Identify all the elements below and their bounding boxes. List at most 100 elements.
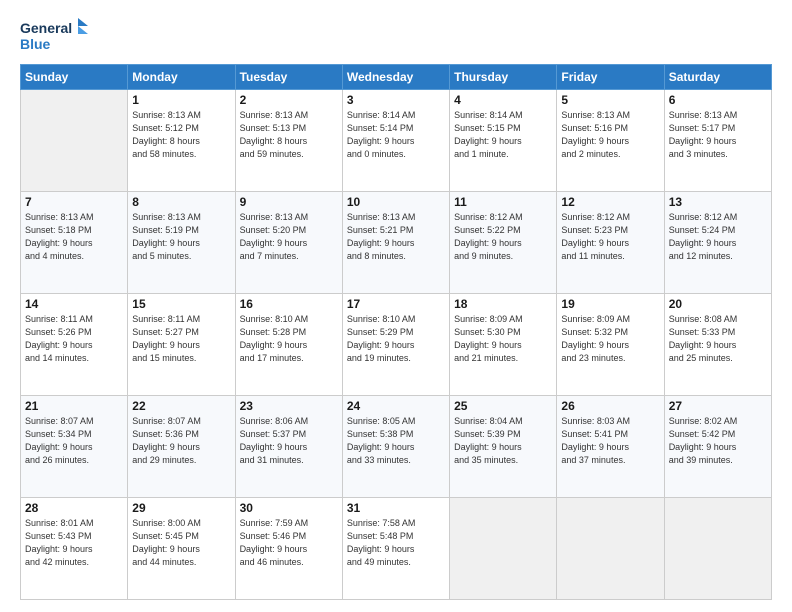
day-cell: 18 Sunrise: 8:09 AM Sunset: 5:30 PM Dayli… (450, 294, 557, 396)
day-info: Sunrise: 8:02 AM Sunset: 5:42 PM Dayligh… (669, 415, 767, 467)
logo: General Blue (20, 16, 90, 54)
day-cell: 20 Sunrise: 8:08 AM Sunset: 5:33 PM Dayli… (664, 294, 771, 396)
day-cell: 17 Sunrise: 8:10 AM Sunset: 5:29 PM Dayli… (342, 294, 449, 396)
day-info: Sunrise: 8:12 AM Sunset: 5:22 PM Dayligh… (454, 211, 552, 263)
day-cell: 23Sunrise: 8:06 AM Sunset: 5:37 PM Dayli… (235, 396, 342, 498)
day-number: 14 (25, 297, 123, 311)
day-number: 30 (240, 501, 338, 515)
day-cell: 28 Sunrise: 8:01 AM Sunset: 5:43 PM Dayli… (21, 498, 128, 600)
day-number: 6 (669, 93, 767, 107)
day-number: 17 (347, 297, 445, 311)
day-cell: 11 Sunrise: 8:12 AM Sunset: 5:22 PM Dayli… (450, 192, 557, 294)
day-info: Sunrise: 8:14 AM Sunset: 5:14 PM Dayligh… (347, 109, 445, 161)
day-cell: 15Sunrise: 8:11 AM Sunset: 5:27 PM Dayli… (128, 294, 235, 396)
day-cell: 30 Sunrise: 7:59 AM Sunset: 5:46 PM Dayli… (235, 498, 342, 600)
day-info: Sunrise: 8:11 AM Sunset: 5:26 PM Dayligh… (25, 313, 123, 365)
day-info: Sunrise: 8:13 AM Sunset: 5:13 PM Dayligh… (240, 109, 338, 161)
page: General Blue SundayMondayTuesdayWednesda… (0, 0, 792, 612)
day-number: 27 (669, 399, 767, 413)
day-cell: 31 Sunrise: 7:58 AM Sunset: 5:48 PM Dayli… (342, 498, 449, 600)
day-number: 9 (240, 195, 338, 209)
weekday-sunday: Sunday (21, 65, 128, 90)
week-row-0: 1 Sunrise: 8:13 AM Sunset: 5:12 PM Daylig… (21, 90, 772, 192)
day-info: Sunrise: 8:05 AM Sunset: 5:38 PM Dayligh… (347, 415, 445, 467)
day-info: Sunrise: 8:13 AM Sunset: 5:16 PM Dayligh… (561, 109, 659, 161)
day-info: Sunrise: 8:07 AM Sunset: 5:34 PM Dayligh… (25, 415, 123, 467)
day-number: 26 (561, 399, 659, 413)
day-info: Sunrise: 7:58 AM Sunset: 5:48 PM Dayligh… (347, 517, 445, 569)
day-info: Sunrise: 8:13 AM Sunset: 5:17 PM Dayligh… (669, 109, 767, 161)
day-info: Sunrise: 7:59 AM Sunset: 5:46 PM Dayligh… (240, 517, 338, 569)
day-cell: 25Sunrise: 8:04 AM Sunset: 5:39 PM Dayli… (450, 396, 557, 498)
calendar-table: SundayMondayTuesdayWednesdayThursdayFrid… (20, 64, 772, 600)
day-info: Sunrise: 8:09 AM Sunset: 5:30 PM Dayligh… (454, 313, 552, 365)
day-cell: 24 Sunrise: 8:05 AM Sunset: 5:38 PM Dayli… (342, 396, 449, 498)
week-row-3: 21 Sunrise: 8:07 AM Sunset: 5:34 PM Dayli… (21, 396, 772, 498)
day-info: Sunrise: 8:06 AM Sunset: 5:37 PM Dayligh… (240, 415, 338, 467)
day-number: 1 (132, 93, 230, 107)
day-cell: 29 Sunrise: 8:00 AM Sunset: 5:45 PM Dayli… (128, 498, 235, 600)
day-cell: 22Sunrise: 8:07 AM Sunset: 5:36 PM Dayli… (128, 396, 235, 498)
day-cell: 9 Sunrise: 8:13 AM Sunset: 5:20 PM Daylig… (235, 192, 342, 294)
day-number: 31 (347, 501, 445, 515)
day-number: 13 (669, 195, 767, 209)
day-number: 7 (25, 195, 123, 209)
day-number: 21 (25, 399, 123, 413)
day-number: 28 (25, 501, 123, 515)
day-cell: 6 Sunrise: 8:13 AM Sunset: 5:17 PM Daylig… (664, 90, 771, 192)
logo-svg: General Blue (20, 16, 90, 54)
day-cell: 19 Sunrise: 8:09 AM Sunset: 5:32 PM Dayli… (557, 294, 664, 396)
day-info: Sunrise: 8:13 AM Sunset: 5:19 PM Dayligh… (132, 211, 230, 263)
day-number: 29 (132, 501, 230, 515)
day-cell: 27 Sunrise: 8:02 AM Sunset: 5:42 PM Dayli… (664, 396, 771, 498)
day-number: 4 (454, 93, 552, 107)
day-info: Sunrise: 8:14 AM Sunset: 5:15 PM Dayligh… (454, 109, 552, 161)
day-info: Sunrise: 8:13 AM Sunset: 5:21 PM Dayligh… (347, 211, 445, 263)
day-cell (21, 90, 128, 192)
day-number: 24 (347, 399, 445, 413)
day-number: 25 (454, 399, 552, 413)
day-info: Sunrise: 8:13 AM Sunset: 5:20 PM Dayligh… (240, 211, 338, 263)
day-number: 5 (561, 93, 659, 107)
day-info: Sunrise: 8:12 AM Sunset: 5:23 PM Dayligh… (561, 211, 659, 263)
day-cell (450, 498, 557, 600)
day-cell: 26Sunrise: 8:03 AM Sunset: 5:41 PM Dayli… (557, 396, 664, 498)
day-info: Sunrise: 8:08 AM Sunset: 5:33 PM Dayligh… (669, 313, 767, 365)
day-cell: 1 Sunrise: 8:13 AM Sunset: 5:12 PM Daylig… (128, 90, 235, 192)
day-cell (557, 498, 664, 600)
day-info: Sunrise: 8:13 AM Sunset: 5:18 PM Dayligh… (25, 211, 123, 263)
calendar-body: 1 Sunrise: 8:13 AM Sunset: 5:12 PM Daylig… (21, 90, 772, 600)
day-cell: 3 Sunrise: 8:14 AM Sunset: 5:14 PM Daylig… (342, 90, 449, 192)
day-number: 12 (561, 195, 659, 209)
day-info: Sunrise: 8:12 AM Sunset: 5:24 PM Dayligh… (669, 211, 767, 263)
weekday-saturday: Saturday (664, 65, 771, 90)
day-info: Sunrise: 8:13 AM Sunset: 5:12 PM Dayligh… (132, 109, 230, 161)
weekday-header-row: SundayMondayTuesdayWednesdayThursdayFrid… (21, 65, 772, 90)
day-info: Sunrise: 8:10 AM Sunset: 5:29 PM Dayligh… (347, 313, 445, 365)
day-info: Sunrise: 8:11 AM Sunset: 5:27 PM Dayligh… (132, 313, 230, 365)
day-number: 8 (132, 195, 230, 209)
day-number: 20 (669, 297, 767, 311)
svg-text:Blue: Blue (20, 36, 51, 52)
day-number: 22 (132, 399, 230, 413)
week-row-2: 14 Sunrise: 8:11 AM Sunset: 5:26 PM Dayli… (21, 294, 772, 396)
day-info: Sunrise: 8:09 AM Sunset: 5:32 PM Dayligh… (561, 313, 659, 365)
day-cell: 10 Sunrise: 8:13 AM Sunset: 5:21 PM Dayli… (342, 192, 449, 294)
weekday-thursday: Thursday (450, 65, 557, 90)
day-number: 10 (347, 195, 445, 209)
day-number: 16 (240, 297, 338, 311)
day-cell: 14 Sunrise: 8:11 AM Sunset: 5:26 PM Dayli… (21, 294, 128, 396)
day-info: Sunrise: 8:01 AM Sunset: 5:43 PM Dayligh… (25, 517, 123, 569)
weekday-wednesday: Wednesday (342, 65, 449, 90)
week-row-1: 7 Sunrise: 8:13 AM Sunset: 5:18 PM Daylig… (21, 192, 772, 294)
day-number: 18 (454, 297, 552, 311)
day-info: Sunrise: 8:00 AM Sunset: 5:45 PM Dayligh… (132, 517, 230, 569)
day-number: 11 (454, 195, 552, 209)
day-cell: 7 Sunrise: 8:13 AM Sunset: 5:18 PM Daylig… (21, 192, 128, 294)
day-number: 19 (561, 297, 659, 311)
week-row-4: 28 Sunrise: 8:01 AM Sunset: 5:43 PM Dayli… (21, 498, 772, 600)
header: General Blue (20, 16, 772, 54)
day-number: 3 (347, 93, 445, 107)
day-cell: 8 Sunrise: 8:13 AM Sunset: 5:19 PM Daylig… (128, 192, 235, 294)
day-cell: 21 Sunrise: 8:07 AM Sunset: 5:34 PM Dayli… (21, 396, 128, 498)
